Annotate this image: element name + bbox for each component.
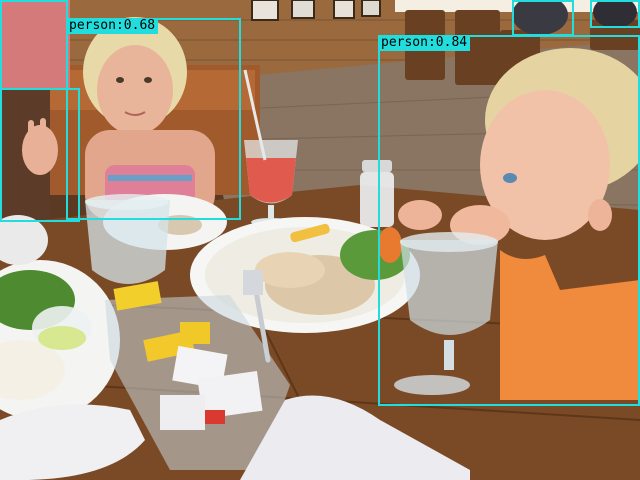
salt-shaker <box>360 160 394 227</box>
photo-scene: person:0.68 person:0.84 <box>0 0 640 480</box>
photo-background <box>0 0 640 480</box>
water-glass-left <box>85 194 170 284</box>
left-adult-shirt <box>0 0 70 90</box>
